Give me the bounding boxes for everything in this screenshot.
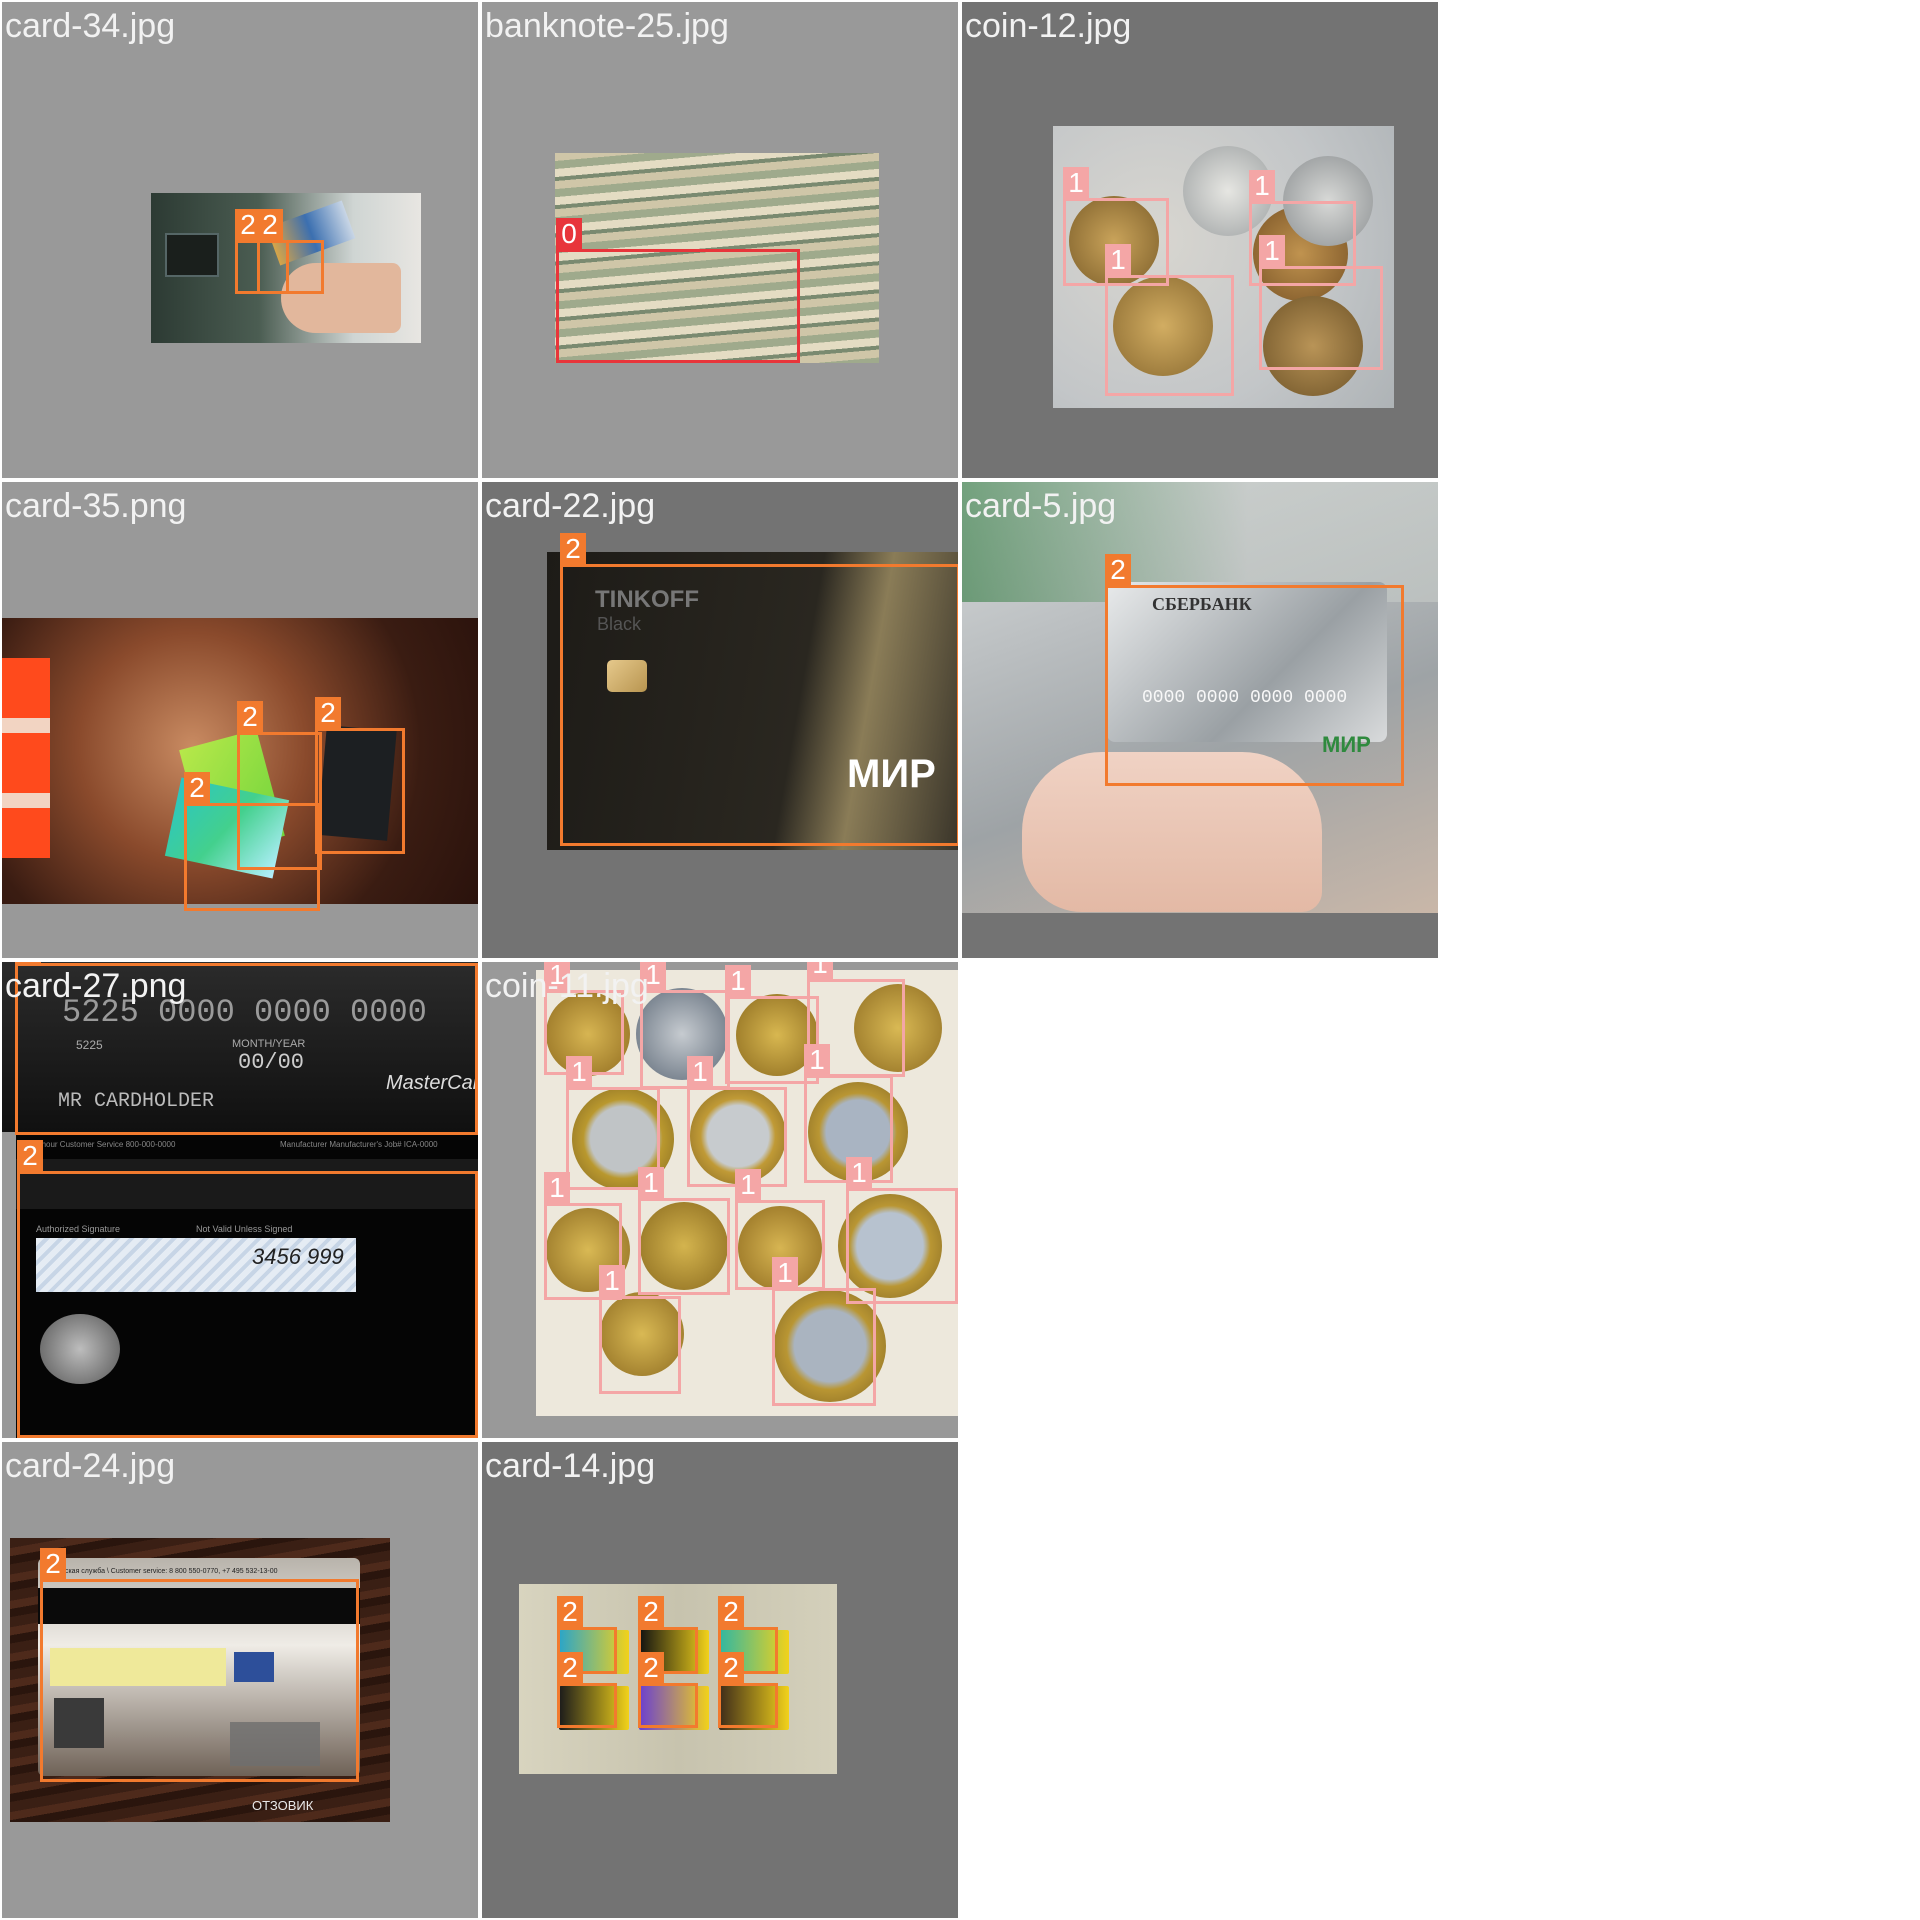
bbox-card: 2 xyxy=(17,1140,478,1438)
tile-coin-12[interactable]: coin-12.jpg 1 1 1 1 xyxy=(962,2,1438,478)
bbox-card: 2 xyxy=(557,1652,617,1728)
card-back-manufacturer-text: Manufacturer Manufacturer's Job# ICA-000… xyxy=(280,1140,438,1149)
tile-banknote-25[interactable]: banknote-25.jpg 0 xyxy=(482,2,958,478)
tile-card-24[interactable]: card-24.jpg Клиентская служба \ Customer… xyxy=(2,1442,478,1918)
tile-card-34[interactable]: card-34.jpg 2 2 xyxy=(2,2,478,478)
bbox-card: 2 xyxy=(315,697,405,854)
bbox-coin: 1 xyxy=(638,1167,730,1295)
card-back-service-text: Клиентская служба \ Customer service: 8 … xyxy=(42,1568,278,1575)
filename-label: card-14.jpg xyxy=(485,1447,656,1485)
filename-label: card-22.jpg xyxy=(485,487,656,525)
filename-label: card-24.jpg xyxy=(5,1447,176,1485)
tile-card-5[interactable]: СБЕРБАНК 0000 0000 0000 0000 МИР card-5.… xyxy=(962,482,1438,958)
bbox-card: 2 xyxy=(237,701,322,870)
tile-card-35[interactable]: card-35.png 2 2 2 xyxy=(2,482,478,958)
bbox-card: 2 xyxy=(560,533,958,846)
bbox-card: 2 xyxy=(257,209,324,294)
bbox-card: 2 xyxy=(718,1652,778,1728)
bbox-card: 2 xyxy=(40,1548,359,1782)
bbox-coin: 1 xyxy=(599,1265,681,1394)
bbox-card: 2 xyxy=(638,1652,698,1728)
bbox-coin: 1 xyxy=(1259,235,1383,370)
filename-label: card-34.jpg xyxy=(5,7,176,45)
bbox-coin: 1 xyxy=(772,1257,876,1406)
filename-label: card-35.png xyxy=(5,487,187,525)
tile-card-14[interactable]: card-14.jpg 2 2 2 2 2 2 xyxy=(482,1442,958,1918)
bbox-coin: 1 xyxy=(1105,244,1234,396)
bbox-card: 2 xyxy=(1105,554,1404,786)
tile-card-27[interactable]: 5225 0000 0000 0000 5225 MONTH/YEAR 00/0… xyxy=(2,962,478,1438)
filename-label: coin-12.jpg xyxy=(965,7,1132,45)
card-back-service-text: 24-hour Customer Service 800-000-0000 xyxy=(30,1140,176,1149)
filename-label: card-5.jpg xyxy=(965,487,1117,525)
bbox-coin: 1 xyxy=(846,1157,958,1304)
watermark-text: ОТЗОВИК xyxy=(252,1798,314,1813)
filename-label: banknote-25.jpg xyxy=(485,7,729,45)
filename-label: card-27.png xyxy=(5,967,187,1005)
bbox-banknote: 0 xyxy=(556,218,800,363)
filename-label: coin-11.jpg xyxy=(485,967,649,1005)
tile-card-22[interactable]: card-22.jpg TINKOFF Black МИР 2 xyxy=(482,482,958,958)
tile-coin-11[interactable]: coin-11.jpg 1 1 1 1 1 1 1 1 1 1 1 1 1 xyxy=(482,962,958,1438)
bbox-coin: 1 xyxy=(640,962,730,1089)
